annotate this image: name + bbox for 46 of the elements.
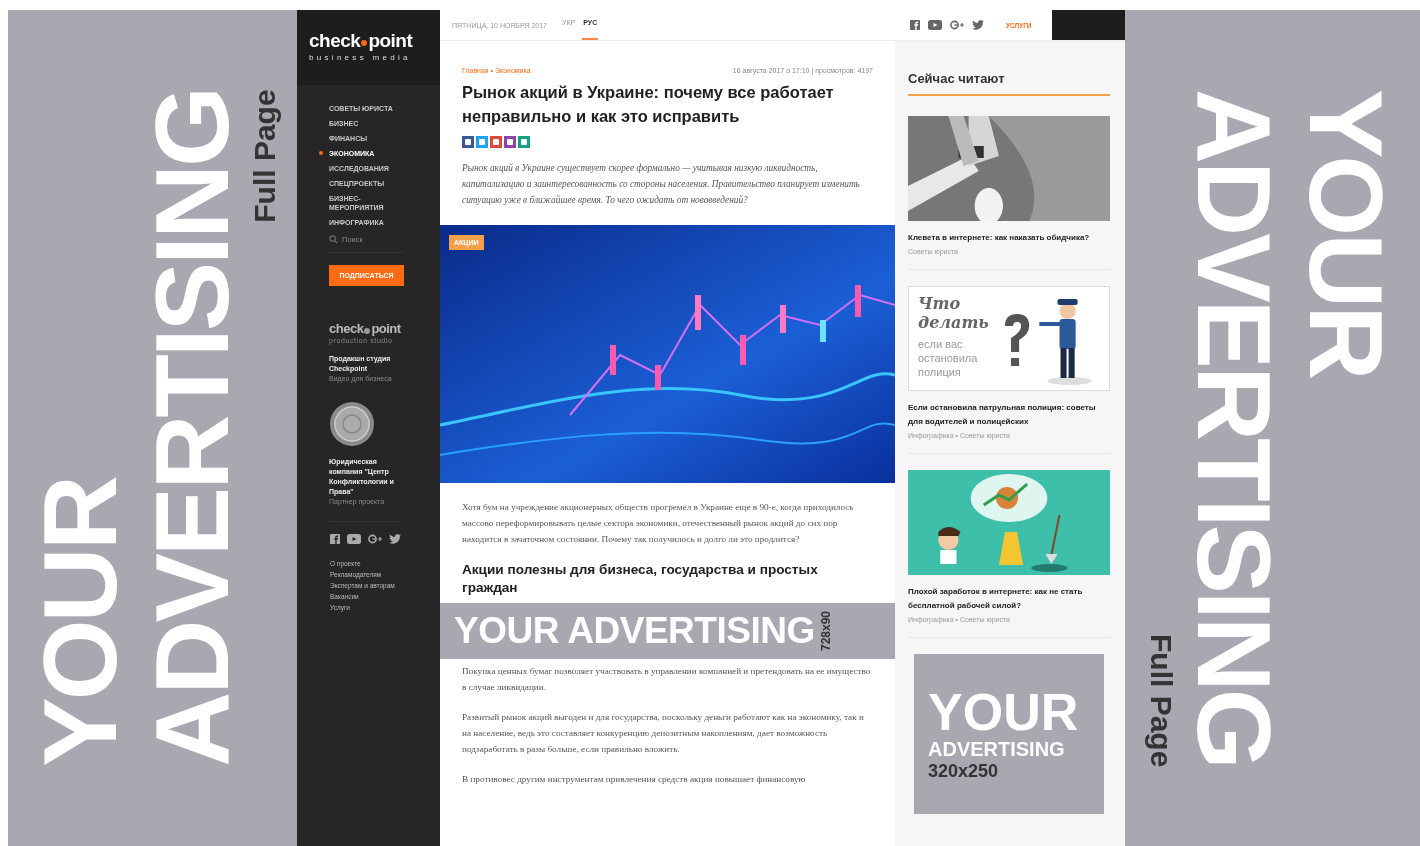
article-paragraph: Покупка ценных бумаг позволяет участвовать в управлении компанией и претендовать на ее имущество в случае ликвидации. [462,665,872,694]
share-button[interactable] [476,136,488,148]
seal-icon [329,401,375,447]
section-heading: Акции полезны для бизнеса, государства и простых граждан [462,561,819,597]
ad-size: 320x250 [928,761,1000,782]
card-title[interactable]: Плохой заработок в интернете: как не стать бесплатной рабочей силой? [908,585,1110,613]
share-button[interactable] [490,136,502,148]
dot-icon [364,327,371,334]
bird-icon[interactable] [389,534,401,544]
share-button[interactable] [462,136,474,148]
article-paragraph: Хотя бум на учреждение акционерных обществ прогремел в Украине еще в 90-е, когда приходилось массово переформировывать целые сектора экономики, отечественный рынок акций до сих пор находится в зачаточном состоянии. Почему так получилось и долго ли это продлится? [462,501,855,546]
banner-size: 728x90 [818,610,833,651]
dot-icon [361,40,368,46]
picture-caption: если вас остановила полиция [918,337,979,379]
share-button[interactable] [504,136,516,148]
advertising-text: YOUR [23,478,136,767]
share-button[interactable] [518,136,530,148]
logo-tagline: business media [309,53,412,62]
advertising-text: ADVERTISING [928,738,1066,761]
facebook-icon[interactable] [910,20,920,30]
card-title[interactable]: Клевета в интернете: как наказать обидчика? [908,231,1110,245]
card-title[interactable]: Если остановила патрульная полиция: советы для водителей и полицейских [908,401,1110,429]
advertising-text: ADVERTISING [1177,89,1290,767]
plus-icon[interactable] [368,534,382,544]
article-paragraph: Развитый рынок акций выгоден и для государства, поскольку деньги работают как на экономику, так и на население, ведь это составляет конкуренцию депозитным накоплениям, дает возможность подзаработать в разы больше, если правильно вложить. [462,711,865,756]
section-title: Сейчас читают [908,71,1006,86]
logo-text: point [371,321,401,336]
picture-heading: Что делать [918,294,990,332]
advertising-caption: Full Page [247,89,282,223]
advertising-text: YOUR [928,686,1080,738]
article-paragraph: В противовес другим инструментам привлечения средств акция повышает финансовую [462,773,807,786]
video-icon[interactable] [928,20,942,30]
logo-text: check [309,30,361,52]
plus-icon[interactable] [950,20,964,30]
facebook-icon[interactable] [330,534,340,544]
bird-icon[interactable] [972,20,984,30]
advertising-text: ADVERTISING [135,89,248,767]
advertising-text: YOUR ADVERTISING [454,610,815,652]
advertising-caption: Full Page [1143,633,1178,767]
video-icon[interactable] [347,534,361,544]
article-lead: Рынок акций в Украине существует скорее формально — учитывая низкую ликвидность, капитализацию и заинтересованность со стороны населения. Правительство планирует изменить ситуацию уже в ближайшее время. То чего ожидать от нововведений? [462,162,861,207]
article-title: Рынок акций в Украине: почему все работает неправильно и как это исправить [462,82,835,127]
search-icon [329,235,338,244]
advertising-text: YOUR [1289,89,1402,378]
logo-text: check [329,321,364,336]
logo-text: point [368,30,413,52]
